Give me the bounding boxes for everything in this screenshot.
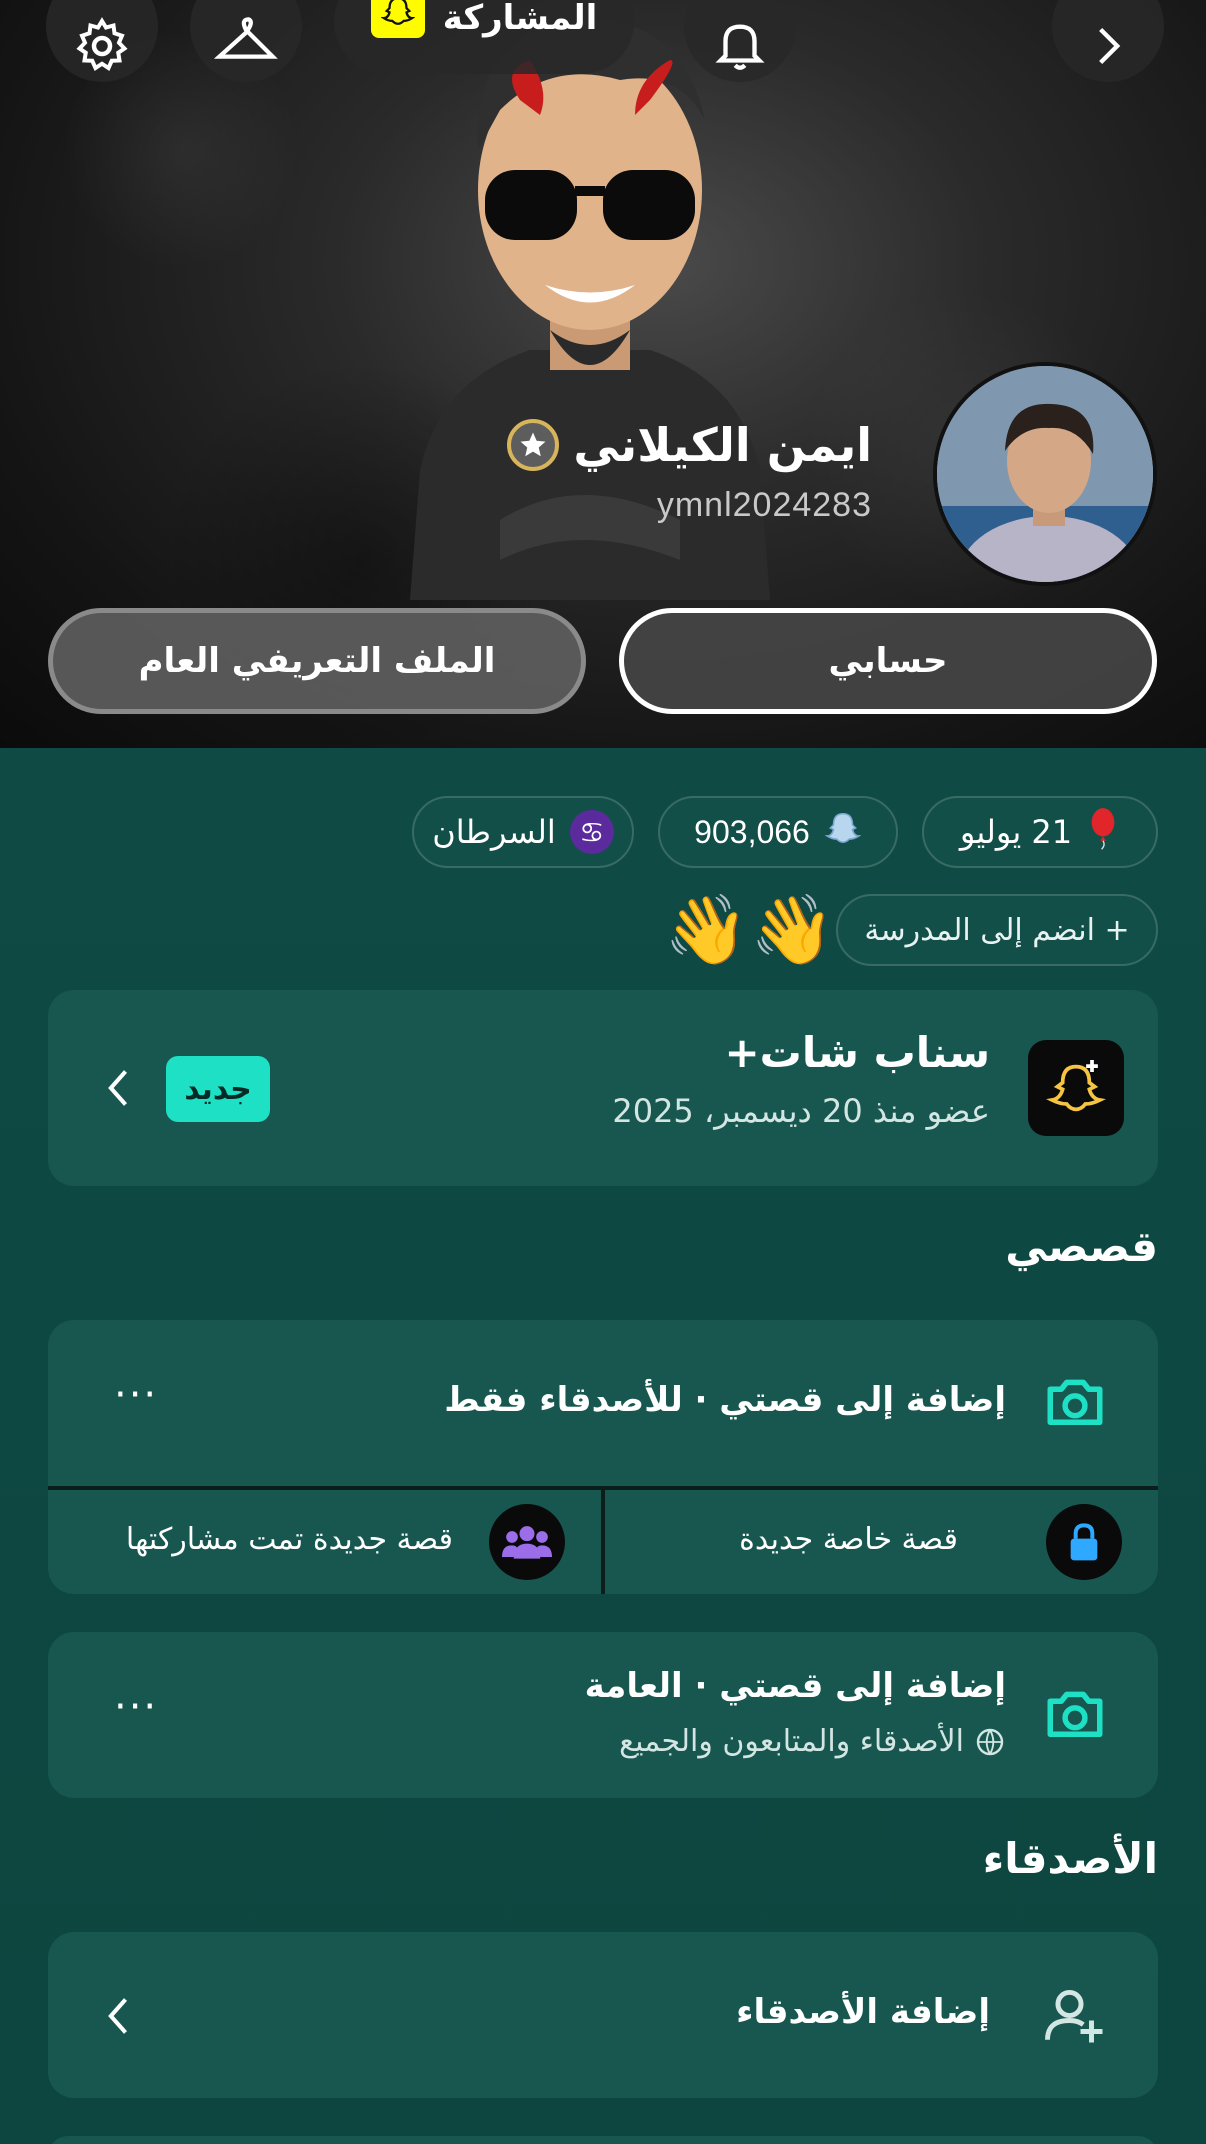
star-badge-icon[interactable] [507, 419, 560, 471]
public-story-audience-text: الأصدقاء والمتابعون والجميع [619, 1724, 964, 1759]
share-button[interactable]: المشاركة [334, 0, 634, 74]
display-name-text: ايمن الكيلاني [573, 418, 872, 472]
zodiac-chip[interactable]: ♋ السرطان [412, 796, 634, 868]
share-label: المشاركة [442, 0, 598, 38]
public-story-label: إضافة إلى قصتي · العامة [584, 1666, 1006, 1706]
my-stories-card: إضافة إلى قصتي · للأصدقاء فقط ··· قصة خا… [48, 1320, 1158, 1594]
snapchat-plus-logo-icon [1028, 1040, 1124, 1136]
new-private-story-label: قصة خاصة جديدة [739, 1522, 958, 1557]
snapcode-icon [370, 0, 425, 38]
add-friends-label: إضافة الأصدقاء [736, 1992, 990, 2032]
more-options-icon[interactable]: ··· [114, 1684, 158, 1730]
birthday-text: 21 يوليو [959, 813, 1073, 851]
profile-photo[interactable] [933, 362, 1157, 586]
zodiac-text: السرطان [432, 813, 556, 851]
new-shared-story-label: قصة جديدة تمت مشاركتها [125, 1522, 453, 1557]
settings-icon [76, 17, 128, 71]
my-account-button[interactable]: حسابي [619, 608, 1157, 714]
display-name: ايمن الكيلاني [507, 418, 872, 472]
profile-photo-image [937, 366, 1153, 582]
globe-icon [976, 1728, 1004, 1755]
new-badge: جديد [166, 1056, 270, 1122]
friends-only-story-label: إضافة إلى قصتي · للأصدقاء فقط [444, 1380, 1006, 1420]
wave-hand-icon: 👋 [664, 891, 749, 970]
add-to-story-friends-only-row[interactable]: إضافة إلى قصتي · للأصدقاء فقط ··· [48, 1320, 1158, 1486]
friends-heading: الأصدقاء [982, 1834, 1158, 1883]
camera-icon [1047, 1691, 1103, 1737]
cancer-zodiac-icon: ♋ [569, 810, 614, 854]
snap-score-text: 903,066 [694, 813, 810, 850]
public-profile-button[interactable]: الملف التعريفي العام [48, 608, 586, 714]
join-school-chip[interactable]: + انضم إلى المدرسة [836, 894, 1158, 966]
notification-bell-icon [715, 24, 765, 70]
public-story-audience: الأصدقاء والمتابعون والجميع [619, 1724, 1006, 1759]
ghost-score-icon [824, 809, 862, 855]
birthday-chip[interactable]: 21 يوليو [922, 796, 1158, 868]
my-stories-heading: قصصي [1005, 1222, 1158, 1271]
add-friends-row[interactable]: إضافة الأصدقاء [48, 1932, 1158, 2098]
group-icon [489, 1504, 565, 1580]
lock-icon [1046, 1504, 1122, 1580]
chevron-left-icon [108, 1998, 128, 2034]
snapchat-plus-member-since: عضو منذ 20 ديسمبر، 2025 [612, 1092, 990, 1130]
add-friend-icon [1045, 1989, 1103, 2043]
balloon-icon [1086, 806, 1120, 858]
snapchat-plus-title: سناب شات+ [724, 1028, 990, 1077]
snap-score-chip[interactable]: 903,066 [658, 796, 898, 868]
chevron-left-icon [108, 1070, 128, 1106]
outfit-hanger-icon [214, 17, 278, 59]
next-card-peek [48, 2136, 1158, 2144]
add-to-public-story-row[interactable]: إضافة إلى قصتي · العامة الأصدقاء والمتاب… [48, 1632, 1158, 1798]
new-shared-story-button[interactable]: قصة جديدة تمت مشاركتها [48, 1490, 601, 1594]
more-options-icon[interactable]: ··· [114, 1372, 158, 1418]
profile-hero: المشاركة ايمن الكيلاني ymnl2024283 حسابي… [0, 0, 1206, 748]
username: ymnl2024283 [656, 486, 872, 524]
snapchat-plus-card[interactable]: سناب شات+ عضو منذ 20 ديسمبر، 2025 جديد [48, 990, 1158, 1186]
wave-hand-icon-2: 👋 [750, 891, 835, 970]
camera-icon [1047, 1379, 1103, 1425]
new-private-story-button[interactable]: قصة خاصة جديدة [605, 1490, 1158, 1594]
chevron-right-icon [1099, 27, 1121, 65]
